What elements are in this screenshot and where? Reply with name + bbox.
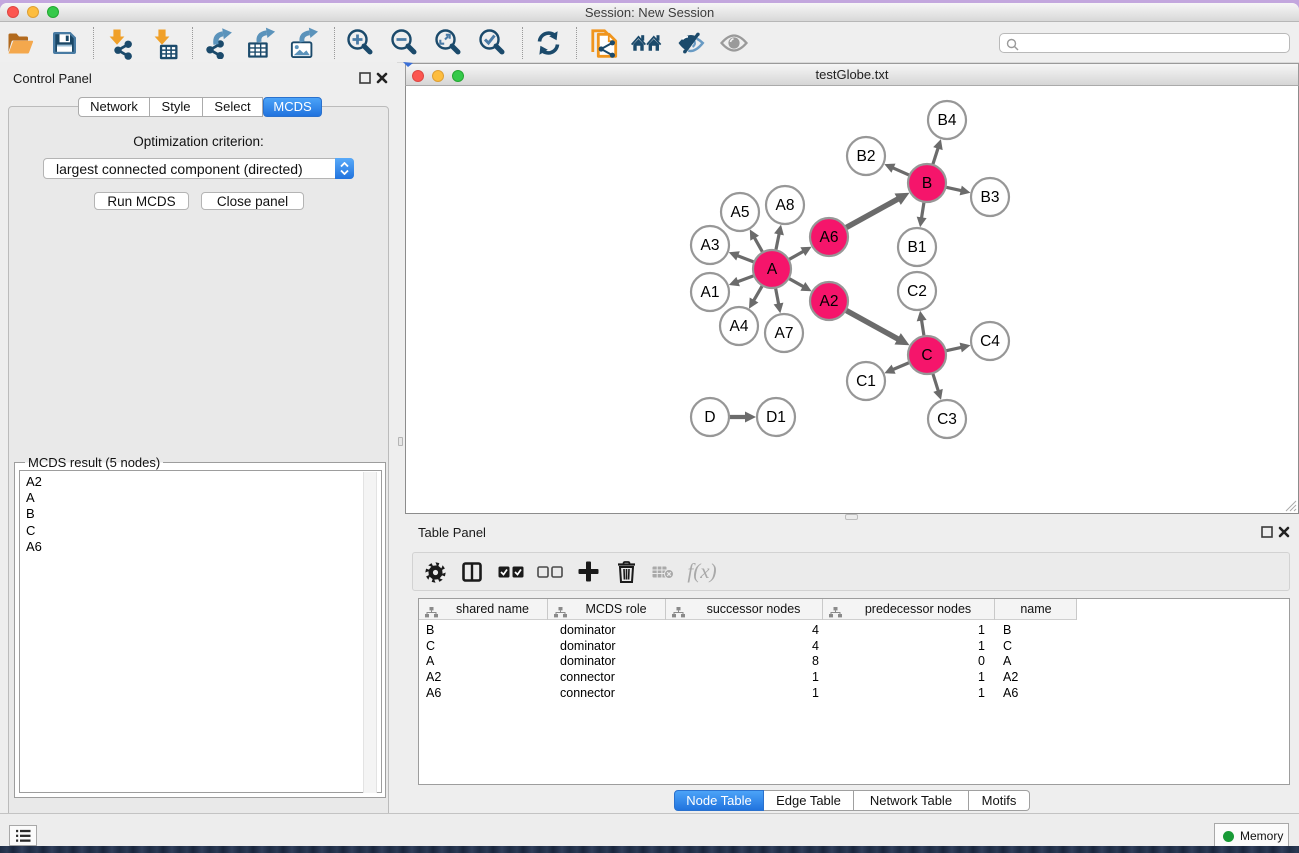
svg-text:B: B — [922, 175, 932, 192]
svg-text:A3: A3 — [701, 237, 720, 254]
svg-text:C1: C1 — [856, 373, 876, 390]
svg-text:A8: A8 — [776, 197, 795, 214]
svg-text:C3: C3 — [937, 411, 957, 428]
svg-text:A5: A5 — [731, 204, 750, 221]
svg-text:C4: C4 — [980, 333, 1000, 350]
svg-text:A: A — [767, 261, 778, 278]
svg-text:A6: A6 — [820, 229, 839, 246]
svg-text:A1: A1 — [701, 284, 720, 301]
svg-text:A7: A7 — [775, 325, 794, 342]
svg-text:B2: B2 — [857, 148, 876, 165]
svg-text:B4: B4 — [938, 112, 957, 129]
svg-text:D: D — [704, 409, 715, 426]
svg-text:A4: A4 — [730, 318, 749, 335]
svg-text:A2: A2 — [820, 293, 839, 310]
svg-text:B1: B1 — [908, 239, 927, 256]
svg-text:D1: D1 — [766, 409, 786, 426]
svg-text:C2: C2 — [907, 283, 927, 300]
svg-text:B3: B3 — [981, 189, 1000, 206]
svg-text:C: C — [921, 347, 932, 364]
